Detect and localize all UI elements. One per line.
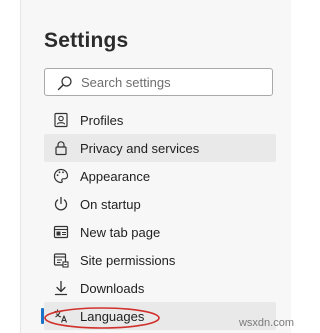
search-icon (57, 75, 73, 91)
nav-item-label: Appearance (80, 168, 151, 184)
watermark: wsxdn.com (238, 317, 294, 329)
settings-nav: Profiles Privacy and services Appearance (41, 106, 276, 330)
nav-item-label: On startup (80, 196, 141, 212)
download-icon (52, 279, 70, 297)
nav-item-label: Profiles (80, 112, 124, 128)
nav-item-on-startup[interactable]: On startup (44, 190, 276, 218)
nav-item-privacy[interactable]: Privacy and services (44, 134, 276, 162)
nav-item-label: New tab page (80, 224, 161, 240)
lock-icon (52, 139, 70, 157)
nav-item-label: Downloads (80, 280, 145, 296)
palette-icon (52, 167, 70, 185)
search-input[interactable] (81, 72, 261, 92)
nav-item-label: Site permissions (80, 252, 176, 268)
power-icon (52, 195, 70, 213)
languages-icon (52, 307, 70, 325)
nav-item-label: Privacy and services (80, 140, 200, 156)
page-title: Settings (44, 29, 129, 52)
nav-item-profiles[interactable]: Profiles (44, 106, 276, 134)
nav-item-new-tab-page[interactable]: New tab page (44, 218, 276, 246)
selection-indicator (41, 308, 44, 324)
site-permissions-icon (52, 251, 70, 269)
profile-icon (52, 111, 70, 129)
nav-item-appearance[interactable]: Appearance (44, 162, 276, 190)
search-box[interactable] (44, 68, 273, 96)
nav-item-downloads[interactable]: Downloads (44, 274, 276, 302)
nav-item-label: Languages (80, 308, 145, 324)
new-tab-icon (52, 223, 70, 241)
nav-item-site-permissions[interactable]: Site permissions (44, 246, 276, 274)
